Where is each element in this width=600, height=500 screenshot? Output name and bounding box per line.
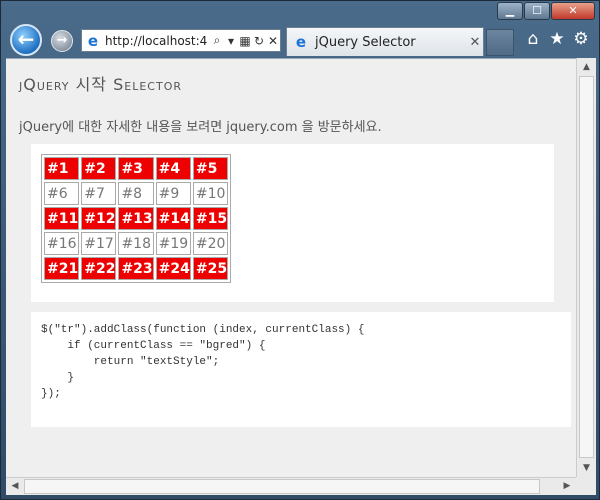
table-cell: #22: [81, 257, 117, 280]
table-cell: #14: [155, 207, 191, 230]
table-cell: #9: [155, 182, 191, 205]
tab-jquery-selector[interactable]: e jQuery Selector ✕: [286, 27, 484, 56]
address-bar[interactable]: e http://localhost:4 ⌕ ▾ ▦ ↻ ✕: [81, 29, 281, 52]
home-icon[interactable]: ⌂: [521, 29, 545, 49]
table-cell: #1: [44, 157, 80, 180]
vertical-scrollbar[interactable]: ▲ ▼: [576, 58, 596, 477]
code-line: $("tr").addClass(function (index, curren…: [41, 324, 365, 336]
compat-icon[interactable]: ▦: [238, 34, 252, 48]
horizontal-scrollbar[interactable]: ◀ ▶: [6, 477, 576, 495]
table-cell: #10: [192, 182, 229, 205]
table-cell: #6: [44, 182, 80, 205]
table-cell: #24: [155, 257, 191, 280]
code-panel: $("tr").addClass(function (index, curren…: [31, 312, 571, 427]
page-content: jQuery 시작 Selector jQuery에 대한 자세한 내용을 보려…: [6, 58, 576, 477]
close-tab-icon[interactable]: ✕: [467, 35, 483, 50]
table-cell: #17: [81, 232, 117, 255]
table-cell: #5: [192, 157, 229, 180]
forward-icon[interactable]: →: [51, 30, 73, 52]
scroll-right-icon[interactable]: ▶: [558, 478, 576, 495]
tab-title: jQuery Selector: [315, 34, 416, 50]
ie-icon: e: [295, 33, 307, 51]
settings-icon[interactable]: ⚙: [569, 29, 593, 49]
intro-text: jQuery에 대한 자세한 내용을 보려면 jquery.com 을 방문하세…: [19, 120, 382, 135]
table-cell: #11: [44, 207, 80, 230]
toolbar-icons: ⌂ ★ ⚙: [521, 29, 593, 49]
ie-icon: e: [87, 31, 99, 50]
refresh-icon[interactable]: ↻: [252, 34, 266, 48]
table-row: #6 #7 #8 #9 #10: [44, 182, 229, 205]
navigation-bar: ← → e http://localhost:4 ⌕ ▾ ▦ ↻ ✕ e jQu…: [1, 23, 600, 57]
search-icon[interactable]: ⌕: [210, 33, 224, 48]
table-row: #1 #2 #3 #4 #5: [44, 157, 229, 180]
address-url[interactable]: http://localhost:4: [105, 34, 210, 48]
table-cell: #16: [44, 232, 80, 255]
page-title: jQuery 시작 Selector: [19, 75, 182, 94]
scrollbar-corner: [576, 477, 596, 495]
stop-icon[interactable]: ✕: [266, 34, 280, 48]
table-cell: #3: [118, 157, 154, 180]
table-cell: #19: [155, 232, 191, 255]
close-window-button[interactable]: ✕: [551, 2, 595, 20]
browser-window: ▁ ☐ ✕ ← → e http://localhost:4 ⌕ ▾ ▦ ↻ ✕…: [0, 0, 600, 500]
table-cell: #2: [81, 157, 117, 180]
table-cell: #18: [118, 232, 154, 255]
table-cell: #21: [44, 257, 80, 280]
code-line: }: [41, 372, 75, 384]
table-cell: #12: [81, 207, 117, 230]
scroll-left-icon[interactable]: ◀: [6, 478, 24, 495]
table-cell: #7: [81, 182, 117, 205]
dropdown-icon[interactable]: ▾: [224, 34, 238, 48]
minimize-button[interactable]: ▁: [497, 2, 523, 20]
table-panel: #1 #2 #3 #4 #5 #6 #7 #8 #9 #10 #11 #12 #13 #14 #15 #16 #…: [31, 144, 554, 302]
code-line: if (currentClass == "bgred") {: [41, 340, 266, 352]
table-row: #16 #17 #18 #19 #20: [44, 232, 229, 255]
scroll-up-icon[interactable]: ▲: [577, 58, 596, 76]
table-cell: #4: [155, 157, 191, 180]
code-line: return "textStyle";: [41, 356, 220, 368]
table-row: #21 #22 #23 #24 #25: [44, 257, 229, 280]
new-tab-button[interactable]: [486, 29, 514, 56]
table-cell: #23: [118, 257, 154, 280]
numbered-grid-table: #1 #2 #3 #4 #5 #6 #7 #8 #9 #10 #11 #12 #13 #14 #15 #16 #…: [41, 154, 232, 283]
table-cell: #13: [118, 207, 154, 230]
scroll-down-icon[interactable]: ▼: [577, 459, 596, 477]
table-cell: #25: [192, 257, 229, 280]
favorites-icon[interactable]: ★: [545, 29, 569, 49]
back-icon[interactable]: ←: [10, 24, 42, 56]
maximize-button[interactable]: ☐: [524, 2, 550, 20]
table-cell: #20: [192, 232, 229, 255]
code-block: $("tr").addClass(function (index, curren…: [41, 322, 561, 402]
table-cell: #8: [118, 182, 154, 205]
table-cell: #15: [192, 207, 229, 230]
vertical-scroll-thumb[interactable]: [579, 76, 594, 458]
title-bar: ▁ ☐ ✕: [1, 1, 600, 23]
code-line: });: [41, 388, 61, 400]
table-row: #11 #12 #13 #14 #15: [44, 207, 229, 230]
horizontal-scroll-thumb[interactable]: [24, 479, 540, 494]
window-controls: ▁ ☐ ✕: [496, 2, 595, 20]
